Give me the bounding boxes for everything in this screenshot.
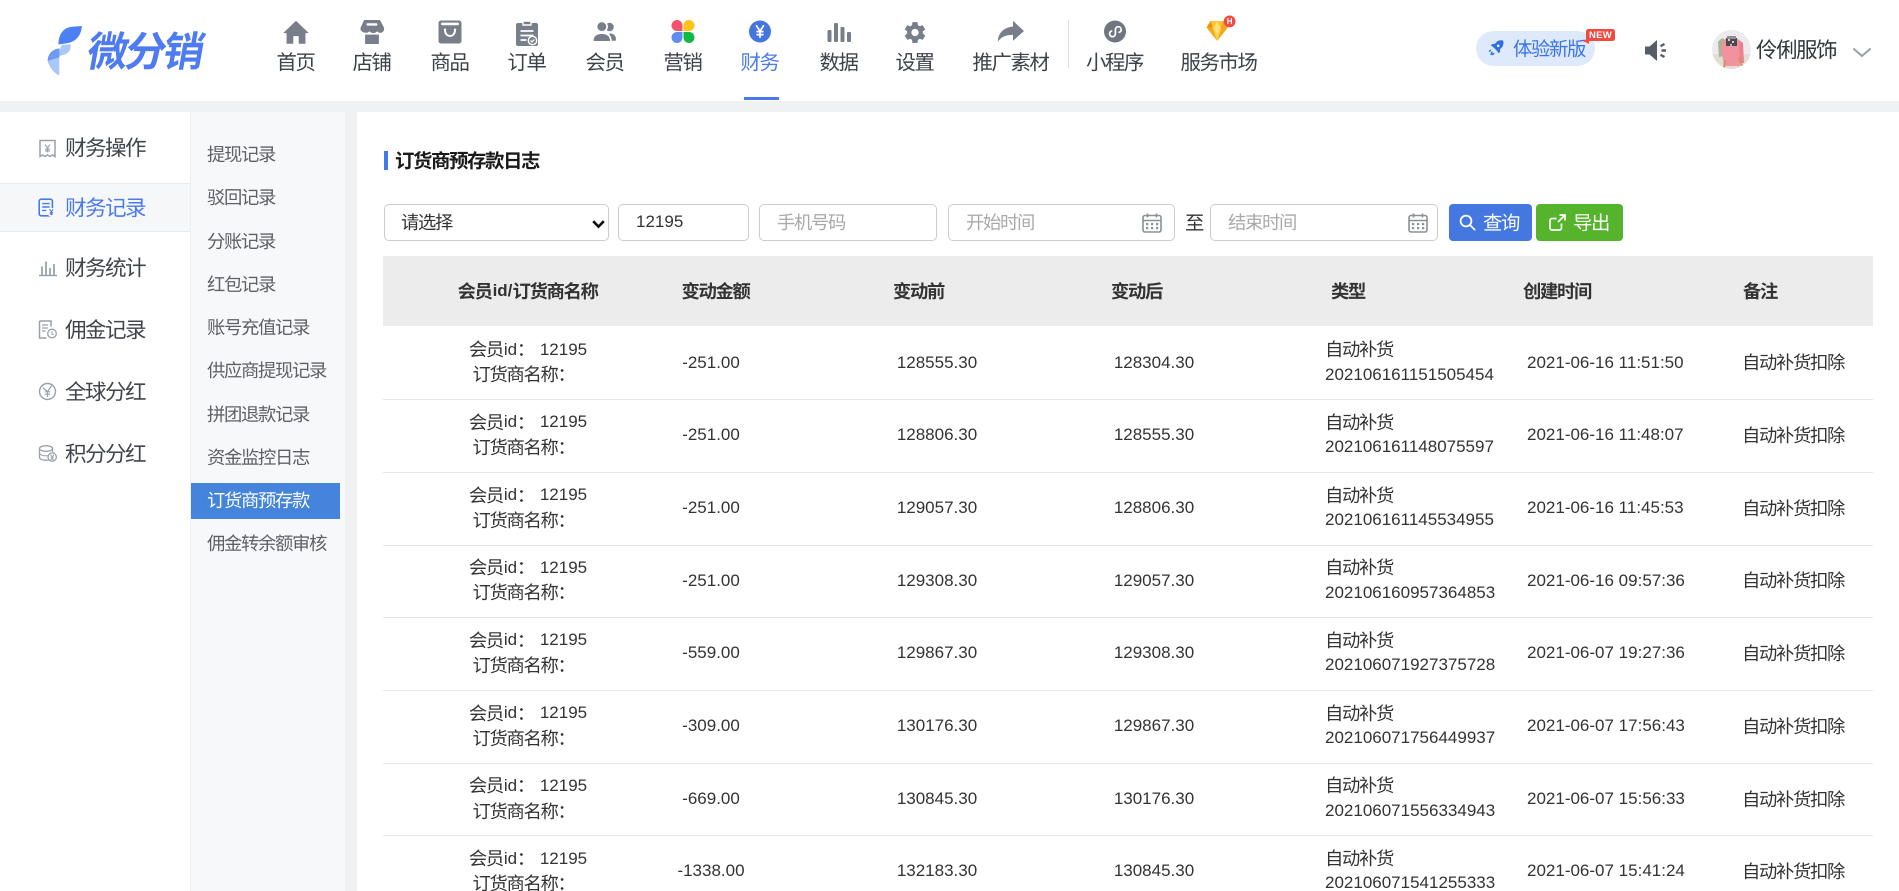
svg-text:H: H xyxy=(1227,17,1233,26)
